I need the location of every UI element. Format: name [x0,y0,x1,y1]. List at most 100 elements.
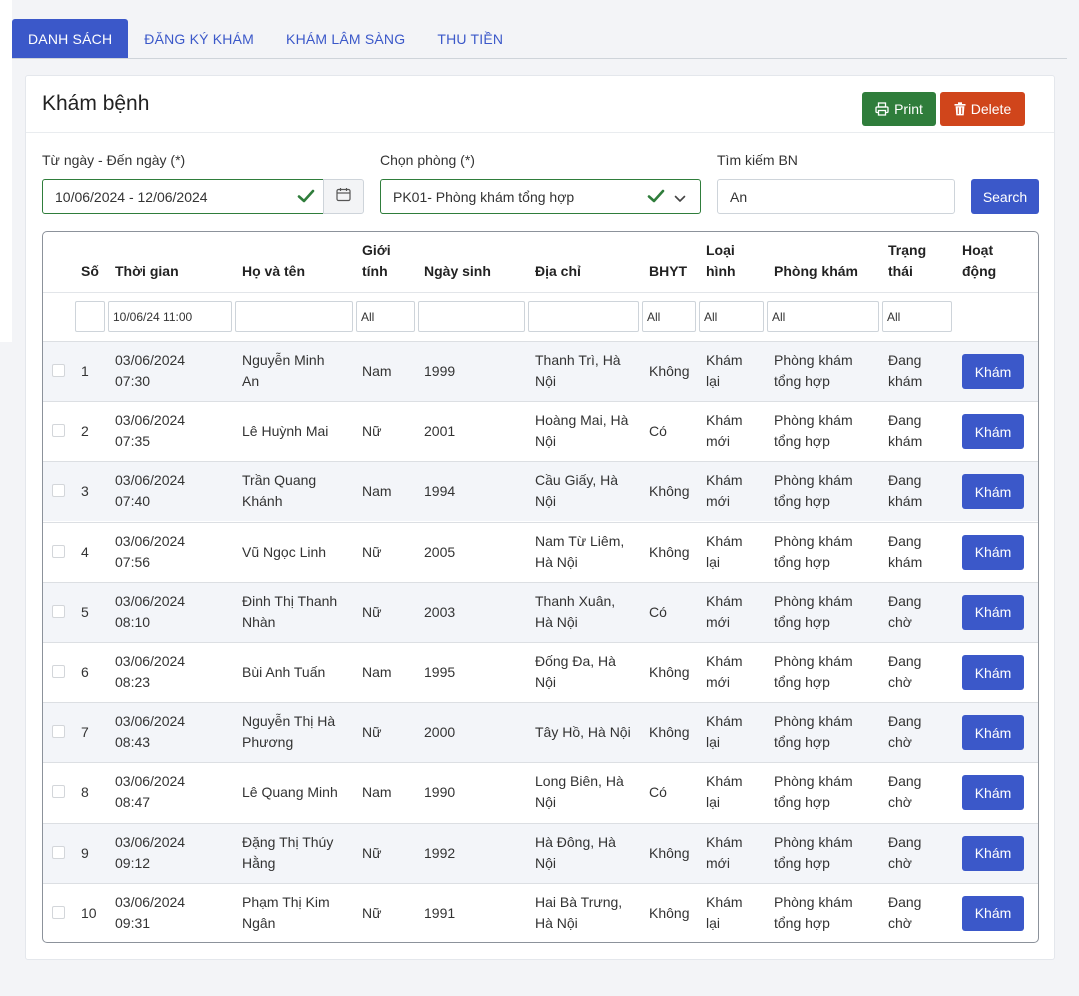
cell-bhyt: Có [649,423,667,440]
col-header-ho-ten: Họ và tên [242,263,306,279]
tab-thu-tien[interactable]: THU TIỀN [421,19,519,58]
cell-name: Đặng Thị Thúy Hằng [242,832,333,874]
row-checkbox[interactable] [52,785,65,799]
row-checkbox[interactable] [52,364,65,377]
cell-addr: Long Biên, Hà Nội [535,771,624,813]
table-row: 1 03/06/2024 07:30 Nguyễn Minh An Nam 1999 Than… [43,341,1038,401]
filter-gender-select[interactable]: All [356,301,415,332]
chevron-down-icon [674,191,686,209]
calendar-button[interactable] [323,179,364,214]
cell-no: 6 [81,664,89,680]
cell-bhyt: Không [649,724,690,741]
cell-status-line2: chờ [888,674,912,690]
tab-danh-sach[interactable]: DANH SÁCH [12,19,129,58]
main-tabs: DANH SÁCH ĐĂNG KÝ KHÁM KHÁM LÂM SÀNG THU… [12,19,1067,59]
search-button[interactable]: Search [971,179,1039,214]
col-header-gioi-tinh-line1: Giới [362,242,391,258]
cell-bhyt: Không [649,844,690,861]
row-checkbox[interactable] [52,424,65,438]
col-header-hoat-dong: Hoạt động [962,240,996,282]
cell-room-line2: tổng hợp [774,914,830,931]
cell-name-line1: Đặng Thị Thúy [242,833,334,850]
cell-name-line1: Vũ Ngọc Linh [242,543,327,560]
kham-button[interactable]: Khám [962,655,1024,690]
cell-status-line1: Đang [888,532,922,549]
cell-time-line2: 07:56 [115,553,151,570]
cell-gender: Nữ [362,423,382,440]
row-checkbox[interactable] [52,845,65,859]
kham-button[interactable]: Khám [962,354,1024,389]
kham-button[interactable]: Khám [962,835,1024,871]
cell-status-line1: Đang [888,412,922,429]
cell-room-line1: Phòng khám [774,653,853,669]
cell-type-line1: Khám [706,893,743,910]
row-checkbox[interactable] [52,604,65,618]
col-header-hoat-dong-line1: Hoạt [962,242,994,258]
col-header-hoat-dong-line2: động [962,263,997,279]
patient-search-input[interactable]: An [717,179,955,214]
cell-room: Phòng khám tổng hợp [774,591,853,633]
cell-type: Khám lại [706,531,743,573]
cell-room: Phòng khám tổng hợp [774,470,853,512]
filter-status-select[interactable]: All [882,301,952,332]
filter-bhyt-select[interactable]: All [642,301,696,332]
cell-birth: 1992 [424,844,456,861]
row-checkbox[interactable] [52,484,65,498]
cell-type: Khám mới [706,591,743,633]
cell-status-line1: Đang [888,893,922,910]
col-header-thoi-gian: Thời gian [115,263,179,279]
cell-room-line1: Phòng khám [774,412,853,429]
delete-button[interactable]: Delete [940,92,1025,126]
filter-address-input[interactable] [528,301,639,332]
row-checkbox[interactable] [52,725,65,739]
room-select[interactable]: PK01- Phòng khám tổng hợp [380,179,701,214]
table-row: 7 03/06/2024 08:43 Nguyễn Thị Hà Phương Nữ 200… [43,702,1038,763]
cell-time-line2: 07:40 [115,493,151,510]
cell-room-line1: Phòng khám [774,592,853,609]
cell-gender: Nam [362,483,392,500]
col-header-ngay-sinh: Ngày sinh [424,263,491,279]
cell-time-line1: 03/06/2024 [115,532,186,549]
filter-no-input[interactable] [75,301,105,332]
col-header-loai-hinh-line1: Loại [706,242,735,258]
row-checkbox[interactable] [52,544,65,558]
room-select-value: PK01- Phòng khám tổng hợp [393,189,575,205]
filter-type-select[interactable]: All [699,301,764,332]
check-icon [647,188,665,209]
cell-addr: Đống Đa, Hà Nội [535,651,616,693]
tab-kham-lam-sang[interactable]: KHÁM LÂM SÀNG [270,19,421,58]
kham-button[interactable]: Khám [962,534,1024,570]
col-header-dia-chi: Địa chỉ [535,263,581,279]
cell-room-line1: Phòng khám [774,532,853,549]
cell-addr-line2: Nội [535,674,557,690]
kham-button[interactable]: Khám [962,474,1024,510]
kham-button[interactable]: Khám [962,414,1024,450]
cell-time: 03/06/2024 07:40 [115,470,185,512]
cell-name-line1: Đinh Thị Thanh [242,592,338,609]
row-checkbox[interactable] [52,905,65,919]
table-row: 10 03/06/2024 09:31 Phạm Thị Kim Ngân Nữ 1991 H… [43,882,1038,942]
filter-room-select[interactable]: All [767,301,879,332]
kham-button[interactable]: Khám [962,715,1024,751]
trash-icon [954,102,966,116]
cell-gender: Nữ [362,543,382,560]
print-button[interactable]: Print [862,92,936,126]
filter-time-input[interactable]: 10/06/24 11:00 [108,301,232,332]
cell-type: Khám mới [706,470,743,512]
filter-birth-input[interactable] [418,301,525,332]
cell-status-line1: Đang [888,773,922,790]
date-range-input[interactable]: 10/06/2024 - 12/06/2024 [42,179,324,214]
cell-no: 1 [81,363,89,379]
cell-birth: 1990 [424,784,456,801]
cell-room-line1: Phòng khám [774,352,853,368]
cell-addr-line2: Hà Nội [535,914,578,931]
cell-addr-line1: Nam Từ Liêm, [535,532,625,549]
kham-button[interactable]: Khám [962,895,1024,931]
col-header-trang-thai-line2: thái [888,263,913,279]
cell-type-line1: Khám [706,352,743,368]
kham-button[interactable]: Khám [962,775,1024,811]
kham-button[interactable]: Khám [962,594,1024,630]
tab-dang-ky-kham[interactable]: ĐĂNG KÝ KHÁM [128,19,270,58]
filter-name-input[interactable] [235,301,353,332]
row-checkbox[interactable] [52,665,65,678]
